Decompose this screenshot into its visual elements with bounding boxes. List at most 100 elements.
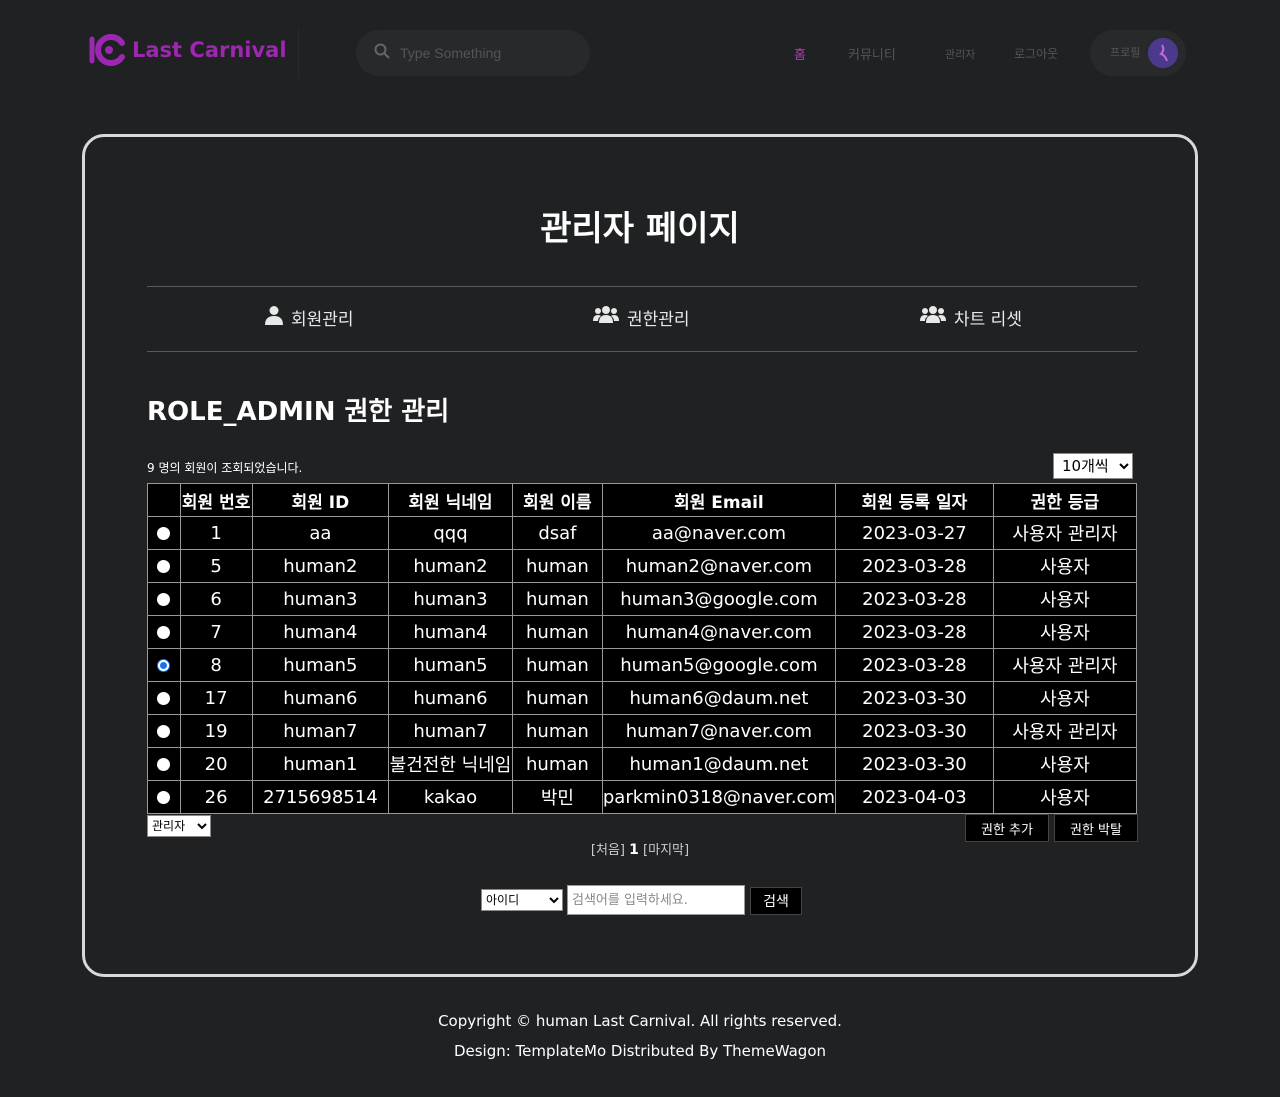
table-cell: human: [511, 549, 603, 583]
nav-admin[interactable]: 관리자: [945, 46, 975, 62]
table-row[interactable]: 20 human1 불건전한 닉네임 human human1@daum.net 2023…: [147, 747, 1138, 781]
avatar[interactable]: [1148, 38, 1178, 68]
remove-role-button[interactable]: 권한 박탈: [1054, 814, 1138, 842]
table-cell: human5: [251, 648, 390, 682]
table-cell: qqq: [388, 516, 513, 550]
menu-label: 권한관리: [627, 310, 690, 330]
table-cell: human6: [251, 681, 390, 715]
table-cell: 2715698514: [251, 780, 390, 814]
table-cell: human1@daum.net: [601, 747, 837, 781]
footer-copyright: Copyright © human Last Carnival. All rig…: [438, 1012, 842, 1030]
table-row[interactable]: 26 2715698514 kakao 박민 parkmin0318@naver.com…: [147, 780, 1138, 814]
menu-role-management[interactable]: 권한관리: [593, 305, 690, 330]
table-cell: human2: [251, 549, 390, 583]
table-cell: human1: [251, 747, 390, 781]
table-cell: 17: [179, 681, 253, 715]
row-select-cell: [147, 681, 181, 715]
admin-panel: 관리자 페이지 회원관리 권한관리 차트 리셋 ROLE_ADMIN 권한 관리…: [82, 134, 1198, 977]
row-radio[interactable]: [157, 593, 171, 606]
table-cell: 2023-03-28: [835, 615, 994, 649]
add-role-button[interactable]: 권한 추가: [965, 814, 1049, 842]
nav-home[interactable]: 홈: [794, 44, 806, 63]
table-cell: human6: [388, 681, 513, 715]
table-cell: 2023-03-30: [835, 714, 994, 748]
top-header: Last Carnival 홈 커뮤니티 관리자 로그아웃 프로필: [0, 0, 1280, 105]
menu-member-management[interactable]: 회원관리: [265, 305, 354, 330]
row-radio[interactable]: [157, 527, 171, 540]
table-cell: human6@daum.net: [601, 681, 837, 715]
table-cell: 사용자: [992, 549, 1138, 583]
footer-design-credit: Design: TemplateMo Distributed By ThemeW…: [453, 1042, 827, 1060]
table-cell: dsaf: [511, 516, 603, 550]
users-icon: [920, 305, 946, 330]
table-cell: 2023-03-30: [835, 681, 994, 715]
pager-last[interactable]: [마지막]: [643, 843, 689, 858]
header-search-input[interactable]: [400, 45, 570, 61]
pager-current[interactable]: 1: [629, 842, 639, 858]
table-cell: human4@naver.com: [601, 615, 837, 649]
table-row[interactable]: 19 human7 human7 human human7@naver.com 2023-…: [147, 714, 1138, 748]
row-radio[interactable]: [157, 725, 171, 738]
table-cell: human5: [388, 648, 513, 682]
profile-label: 프로필: [1110, 46, 1141, 59]
table-cell: human: [511, 714, 603, 748]
table-cell: human2@naver.com: [601, 549, 837, 583]
table-row[interactable]: 5 human2 human2 human human2@naver.com 2023-0…: [147, 549, 1138, 583]
divider-top: [147, 286, 1137, 287]
nav-logout[interactable]: 로그아웃: [1014, 45, 1058, 62]
user-icon: [265, 305, 283, 330]
table-cell: human: [511, 648, 603, 682]
row-select-cell: [147, 516, 181, 550]
logo-text: Last Carnival: [132, 38, 287, 62]
table-row[interactable]: 17 human6 human6 human human6@daum.net 2023-0…: [147, 681, 1138, 715]
table-row[interactable]: 8 human5 human5 human human5@google.com 2023-…: [147, 648, 1138, 682]
section-title: ROLE_ADMIN 권한 관리: [147, 397, 450, 427]
role-select[interactable]: 관리자: [147, 815, 211, 837]
table-cell: human7: [251, 714, 390, 748]
table-cell: 사용자: [992, 747, 1138, 781]
menu-chart-reset[interactable]: 차트 리셋: [920, 305, 1022, 330]
table-cell: 2023-03-27: [835, 516, 994, 550]
header-cell: 권한 등급: [992, 483, 1138, 517]
table-row[interactable]: 7 human4 human4 human human4@naver.com 2023-0…: [147, 615, 1138, 649]
per-page-select[interactable]: 10개씩: [1053, 453, 1133, 479]
row-select-cell: [147, 549, 181, 583]
row-radio[interactable]: [157, 758, 171, 771]
row-radio[interactable]: [157, 659, 171, 672]
table-cell: 6: [179, 582, 253, 616]
search-button[interactable]: 검색: [750, 887, 802, 915]
table-cell: human5@google.com: [601, 648, 837, 682]
table-cell: 2023-04-03: [835, 780, 994, 814]
table-cell: 19: [179, 714, 253, 748]
table-cell: 1: [179, 516, 253, 550]
table-cell: 불건전한 닉네임: [388, 747, 513, 781]
nav-community[interactable]: 커뮤니티: [848, 44, 896, 63]
table-row[interactable]: 6 human3 human3 human human3@google.com 2023-…: [147, 582, 1138, 616]
table-cell: 사용자: [992, 582, 1138, 616]
table-cell: 8: [179, 648, 253, 682]
table-cell: aa: [251, 516, 390, 550]
table-cell: 2023-03-28: [835, 648, 994, 682]
row-radio[interactable]: [157, 626, 171, 639]
row-select-cell: [147, 714, 181, 748]
header-cell: 회원 이름: [511, 483, 603, 517]
pager-first[interactable]: [처음]: [591, 843, 625, 858]
header-cell: 회원 닉네임: [388, 483, 513, 517]
site-logo[interactable]: Last Carnival: [86, 32, 287, 68]
search-type-select[interactable]: 아이디: [481, 889, 563, 911]
table-cell: 사용자: [992, 780, 1138, 814]
users-icon: [593, 305, 619, 330]
table-row[interactable]: 1 aa qqq dsaf aa@naver.com 2023-03-27 사용자 관리자: [147, 516, 1138, 550]
table-cell: 사용자: [992, 681, 1138, 715]
header-cell: 회원 Email: [601, 483, 837, 517]
logo-icon: [86, 33, 128, 67]
row-radio[interactable]: [157, 692, 171, 705]
header-cell: 회원 번호: [179, 483, 253, 517]
row-radio[interactable]: [157, 791, 171, 804]
header-search-box[interactable]: [356, 30, 590, 76]
member-search-input[interactable]: [567, 885, 745, 915]
table-cell: human: [511, 582, 603, 616]
row-radio[interactable]: [157, 560, 171, 573]
page-title: 관리자 페이지: [540, 209, 740, 249]
result-count: 9 명의 회원이 조회되었습니다.: [147, 461, 303, 475]
